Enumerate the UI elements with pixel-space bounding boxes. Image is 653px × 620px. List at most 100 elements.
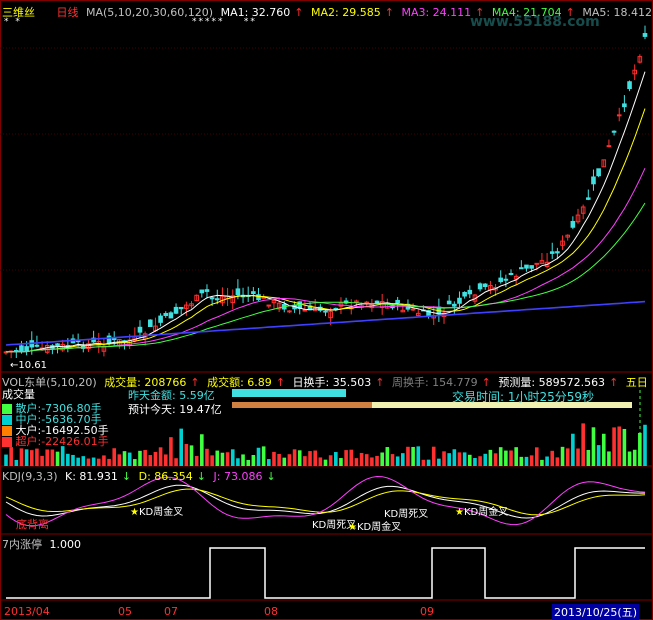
volume-bar xyxy=(473,458,477,466)
volume-bar xyxy=(256,447,261,466)
volume-bar xyxy=(339,458,343,466)
volume-bar xyxy=(581,423,585,466)
candle-body xyxy=(519,267,524,270)
kdj-header: KDJ(9,3,3) K: 81.931 ↓ D: 86.354 ↓ J: 73.0… xyxy=(2,470,276,483)
volume-bar xyxy=(560,446,565,466)
kd-signal-1: ★KD周金叉 xyxy=(130,507,184,518)
volume-bar xyxy=(251,455,256,466)
volume-bar xyxy=(488,449,493,466)
volume-bar xyxy=(540,459,544,466)
volume-bar xyxy=(184,443,189,466)
volume-bar xyxy=(524,456,529,466)
volume-bar xyxy=(169,437,173,466)
axis-label-3: 07 xyxy=(164,605,178,618)
volume-bar xyxy=(66,453,70,466)
volume-bar xyxy=(591,427,596,466)
candle-body xyxy=(462,291,467,297)
volume-bar xyxy=(194,455,199,466)
volume-bar xyxy=(148,455,153,466)
amount-value: 成交额: 6.89 xyxy=(207,376,272,389)
chaohu-legend: 超户:-22426.01手 xyxy=(2,433,109,449)
volume-bar xyxy=(163,454,168,466)
volume-bar xyxy=(421,459,426,466)
volume-bar xyxy=(627,451,632,466)
candle-body xyxy=(199,289,205,294)
candle-body xyxy=(374,300,380,304)
volume-bar xyxy=(225,452,230,466)
candle-body xyxy=(323,310,328,313)
volume-bar xyxy=(230,449,235,466)
volume-bar xyxy=(349,449,354,466)
volume-bar xyxy=(375,455,379,466)
volume-bar xyxy=(143,450,147,466)
candle-body xyxy=(534,262,540,265)
volume-bar xyxy=(272,451,276,466)
volume-bar xyxy=(493,453,498,466)
volume-bar xyxy=(385,447,390,466)
candle-body xyxy=(55,343,60,347)
low-price-label: ←10.61 xyxy=(10,360,48,371)
volume-bar xyxy=(205,448,209,466)
yesterday-bar xyxy=(232,389,346,397)
volume-bar xyxy=(565,448,570,466)
ma-line-30 xyxy=(5,202,646,353)
volume-bar xyxy=(442,451,446,466)
volume-bar xyxy=(586,449,591,466)
volume-bar xyxy=(220,452,225,466)
volume-bar xyxy=(153,451,158,466)
candle-body xyxy=(482,283,488,288)
volume-bar xyxy=(179,428,184,466)
volume-bar xyxy=(91,457,96,466)
candle-body xyxy=(642,33,648,37)
volume-bar xyxy=(545,456,549,466)
volume-bar xyxy=(334,452,338,466)
candle-body xyxy=(606,145,612,148)
candle-body xyxy=(266,304,272,307)
volume-bar xyxy=(60,446,65,466)
candle-body xyxy=(106,335,112,344)
volume-bar xyxy=(370,457,374,466)
kdj-j: J: 73.086 xyxy=(213,470,263,483)
volume-bar xyxy=(514,447,518,466)
volume-bar xyxy=(380,452,384,466)
volume-bar xyxy=(452,449,457,466)
candle-body xyxy=(34,344,40,347)
volume-bar xyxy=(313,450,317,466)
candle-body xyxy=(214,298,220,301)
candle-body xyxy=(209,297,215,300)
volume-bar xyxy=(534,447,539,466)
volume-bar xyxy=(81,456,86,466)
kd-signal-3: ★KD周金叉 xyxy=(348,522,402,533)
volume-bar xyxy=(509,450,513,466)
volume-bar xyxy=(102,455,106,466)
current-date[interactable]: 2013/10/25(五) xyxy=(552,604,639,620)
volume-bar xyxy=(406,446,410,466)
volume-bar xyxy=(571,433,575,466)
candle-body xyxy=(457,297,462,304)
candle-body xyxy=(611,130,617,133)
volume-bar xyxy=(431,446,436,466)
volume-bar xyxy=(457,452,462,466)
volume-bar xyxy=(462,452,467,466)
trade-time: 交易时间: 1小时25分59秒 xyxy=(452,390,595,404)
candle-body xyxy=(173,306,179,314)
axis-label-2: 05 xyxy=(118,605,132,618)
limit-value: 1.000 xyxy=(49,538,82,551)
volume-bar xyxy=(29,450,34,466)
volume-bar xyxy=(215,450,220,466)
volume-bar xyxy=(96,458,101,466)
volume-bar xyxy=(359,452,364,466)
five-day-label: 五日 xyxy=(625,376,648,389)
volume-bar xyxy=(426,459,431,466)
volume-bar xyxy=(612,427,616,466)
candle-body xyxy=(410,308,416,311)
volume-bar xyxy=(76,457,80,466)
candle-body xyxy=(302,309,308,312)
volume-bar xyxy=(622,428,627,466)
candle-body xyxy=(446,300,452,305)
volume-bar xyxy=(292,449,297,466)
candle-body xyxy=(503,278,509,281)
volume-bar xyxy=(4,454,8,466)
volume-bar xyxy=(133,459,137,466)
candle-body xyxy=(622,103,627,108)
